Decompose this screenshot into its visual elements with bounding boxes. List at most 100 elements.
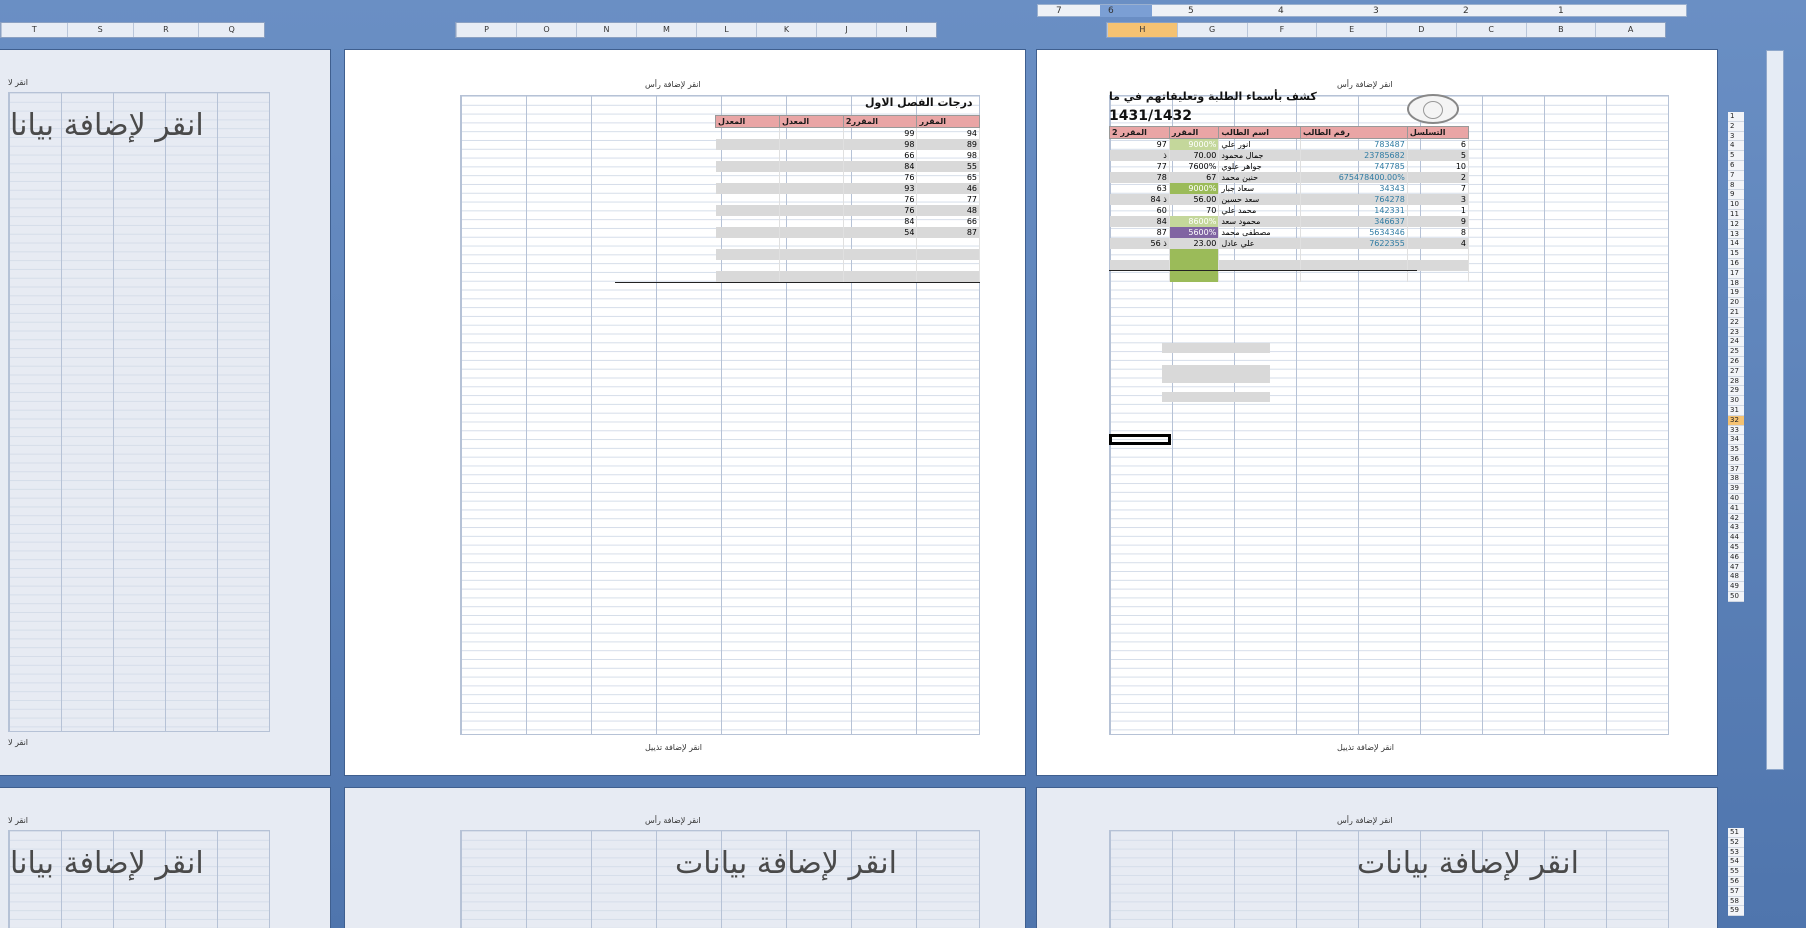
- row-header[interactable]: 58: [1728, 896, 1744, 907]
- table-cell[interactable]: جمال محمود: [1218, 150, 1301, 161]
- table-cell[interactable]: 6: [1407, 138, 1470, 150]
- table-header[interactable]: المعدل: [778, 115, 844, 128]
- table-header[interactable]: رقم الطالب: [1299, 126, 1408, 139]
- row-header[interactable]: 17: [1728, 268, 1744, 279]
- table-cell[interactable]: 63: [1109, 183, 1170, 194]
- table-cell[interactable]: 783487: [1300, 138, 1408, 150]
- row-header[interactable]: 42: [1728, 513, 1744, 524]
- table-cell[interactable]: 55: [916, 161, 980, 172]
- table-row[interactable]: [715, 271, 980, 282]
- table-cell[interactable]: محمود سعد: [1218, 216, 1301, 227]
- row-header[interactable]: 26: [1728, 356, 1744, 367]
- table-cell[interactable]: 346637: [1300, 216, 1408, 227]
- row-header[interactable]: 36: [1728, 454, 1744, 465]
- table-cell[interactable]: 70.00: [1169, 150, 1220, 161]
- table-cell[interactable]: 9000%: [1169, 138, 1220, 150]
- column-headers-left[interactable]: T S R Q: [0, 22, 265, 38]
- row-header[interactable]: 41: [1728, 503, 1744, 514]
- table-header[interactable]: المقرر 2: [1109, 126, 1170, 139]
- column-header[interactable]: E: [1316, 23, 1386, 37]
- column-header[interactable]: D: [1386, 23, 1456, 37]
- table-cell[interactable]: 99: [843, 127, 918, 139]
- cell-grid[interactable]: [8, 92, 270, 732]
- table-cell[interactable]: حنين محمد: [1218, 172, 1301, 183]
- table-header[interactable]: التسلسل: [1406, 126, 1470, 139]
- row-header[interactable]: 44: [1728, 533, 1744, 544]
- row-header[interactable]: 2: [1728, 121, 1744, 132]
- column-header[interactable]: G: [1176, 23, 1247, 37]
- table-row[interactable]: 76 65: [715, 172, 980, 183]
- row-header[interactable]: 29: [1728, 386, 1744, 397]
- table-cell[interactable]: محمد علي: [1218, 205, 1301, 216]
- table-row[interactable]: 84 55: [715, 161, 980, 172]
- row-header[interactable]: 23: [1728, 327, 1744, 338]
- row-header[interactable]: 48: [1728, 572, 1744, 583]
- grades-table[interactable]: المعدل المعدل المقرر2 المقرر 99 94 98 89 6…: [715, 115, 980, 282]
- row-header[interactable]: 37: [1728, 464, 1744, 475]
- table-cell[interactable]: 54: [843, 227, 918, 238]
- table-cell[interactable]: 46: [916, 183, 980, 194]
- row-header[interactable]: 16: [1728, 258, 1744, 269]
- table-cell[interactable]: 84: [843, 161, 918, 172]
- row-header[interactable]: 20: [1728, 298, 1744, 308]
- row-header[interactable]: 27: [1728, 366, 1744, 377]
- row-header[interactable]: 53: [1728, 847, 1744, 858]
- page-header[interactable]: انقر لإضافة رأس: [645, 80, 701, 89]
- row-header[interactable]: 11: [1728, 209, 1744, 220]
- row-header[interactable]: 43: [1728, 523, 1744, 534]
- table-cell[interactable]: 98: [843, 139, 918, 150]
- table-cell[interactable]: 23785682: [1300, 150, 1408, 161]
- table-row[interactable]: 63 9000% سعاد جبار 34343 7: [1109, 183, 1470, 194]
- column-header[interactable]: P: [456, 23, 516, 37]
- table-header[interactable]: المقرر: [1168, 126, 1220, 139]
- table-cell[interactable]: 94: [916, 127, 980, 139]
- table-cell[interactable]: 34343: [1300, 183, 1408, 194]
- row-header[interactable]: 52: [1728, 837, 1744, 848]
- row-header[interactable]: 57: [1728, 886, 1744, 897]
- row-header[interactable]: 50: [1728, 592, 1744, 602]
- column-header[interactable]: Q: [198, 23, 264, 37]
- column-header[interactable]: A: [1595, 23, 1665, 37]
- table-cell[interactable]: 84: [843, 216, 918, 227]
- table-row[interactable]: 98 89: [715, 139, 980, 150]
- add-data-placeholder[interactable]: انقر لإضافة بيانا: [10, 846, 204, 881]
- row-headers-bottom[interactable]: 51 52 53 54 55 56 57 58 59: [1728, 828, 1744, 917]
- table-row[interactable]: 84 66: [715, 216, 980, 227]
- row-header[interactable]: 4: [1728, 141, 1744, 152]
- table-row[interactable]: 87 5600% مصطفى محمد 5634346 8: [1109, 227, 1470, 238]
- row-header[interactable]: 10: [1728, 200, 1744, 210]
- table-cell[interactable]: 70: [1169, 205, 1220, 216]
- row-header[interactable]: 6: [1728, 160, 1744, 171]
- page-header[interactable]: انقر لا: [8, 78, 28, 87]
- table-cell[interactable]: 56.00: [1169, 194, 1220, 205]
- horizontal-ruler[interactable]: 7 6 5 4 3 2 1: [1037, 4, 1687, 17]
- column-header[interactable]: S: [66, 23, 133, 37]
- column-header[interactable]: N: [576, 23, 636, 37]
- table-row[interactable]: 56 ذ 23.00 علي عادل 7622355 4: [1109, 238, 1470, 249]
- page-top-left[interactable]: انقر لا انقر لإضافة بيانا انقر لا: [0, 50, 330, 775]
- table-cell[interactable]: 66: [843, 150, 918, 161]
- table-row[interactable]: [715, 249, 980, 260]
- table-cell[interactable]: 9000%: [1169, 183, 1220, 194]
- table-cell[interactable]: 747785: [1300, 161, 1408, 172]
- table-header[interactable]: اسم الطالب: [1218, 126, 1301, 139]
- column-header[interactable]: C: [1455, 23, 1526, 37]
- row-header[interactable]: 34: [1728, 435, 1744, 446]
- add-data-placeholder[interactable]: انقر لإضافة بيانا: [10, 108, 204, 143]
- page-top-right[interactable]: انقر لإضافة رأس كشف بأسماء الطلبة وتعليق…: [1037, 50, 1717, 775]
- row-header[interactable]: 33: [1728, 425, 1744, 436]
- table-cell[interactable]: 67: [1169, 172, 1220, 183]
- table-cell[interactable]: 7600%: [1169, 161, 1220, 172]
- table-cell[interactable]: 1: [1407, 205, 1470, 216]
- students-table[interactable]: المقرر 2 المقرر اسم الطالب رقم الطالب ال…: [1109, 126, 1470, 282]
- row-header[interactable]: 25: [1728, 347, 1744, 357]
- column-header[interactable]: L: [696, 23, 756, 37]
- row-header[interactable]: 7: [1728, 170, 1744, 181]
- row-header[interactable]: 56: [1728, 876, 1744, 887]
- table-cell[interactable]: 93: [843, 183, 918, 194]
- table-row[interactable]: [1109, 249, 1470, 260]
- table-cell[interactable]: 89: [916, 139, 980, 150]
- page-footer[interactable]: انقر لإضافة تذييل: [645, 743, 702, 752]
- table-cell[interactable]: 7: [1407, 183, 1470, 194]
- table-cell[interactable]: 10: [1407, 161, 1470, 172]
